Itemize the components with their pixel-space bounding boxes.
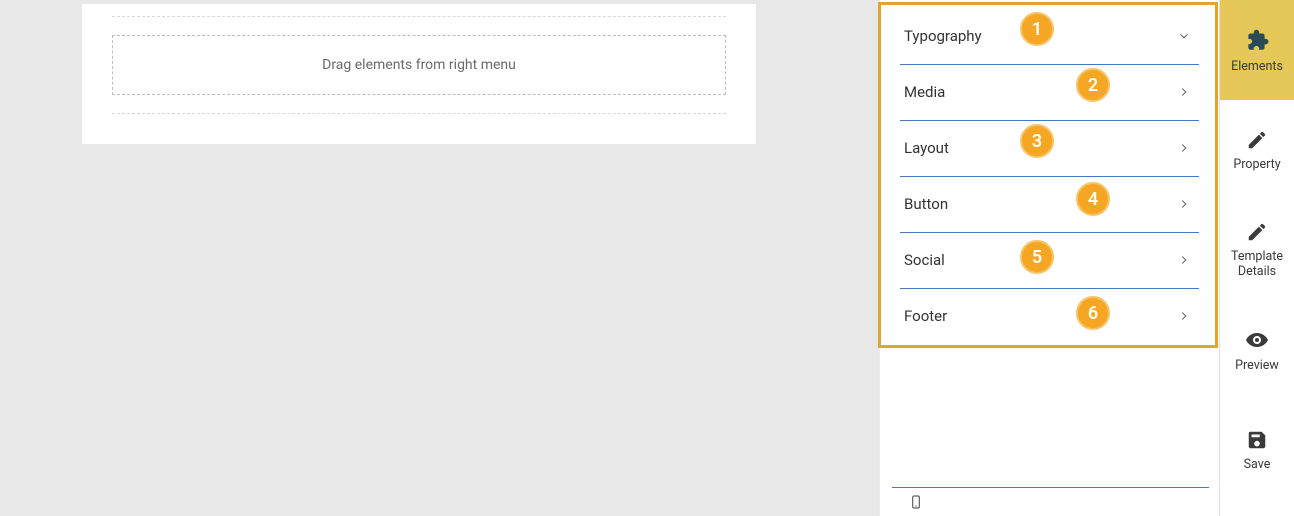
accordion-label: Typography — [904, 27, 982, 45]
toolbar-save[interactable]: Save — [1220, 400, 1294, 500]
toolbar-elements[interactable]: Elements — [1220, 0, 1294, 100]
chevron-right-icon — [1177, 309, 1191, 323]
accordion-label: Button — [904, 195, 948, 213]
elements-panel: Typography Media Layout — [879, 0, 1219, 516]
pencil-icon — [1246, 129, 1268, 151]
chevron-right-icon — [1177, 253, 1191, 267]
accordion-item-footer[interactable]: Footer — [880, 288, 1219, 344]
right-toolbar: Elements Property Template Details Previ… — [1219, 0, 1294, 516]
annotation-badge-2: 2 — [1076, 68, 1110, 102]
toolbar-property[interactable]: Property — [1220, 100, 1294, 200]
accordion-item-button[interactable]: Button — [880, 176, 1219, 232]
elements-accordion: Typography Media Layout — [880, 0, 1219, 344]
dropzone[interactable]: Drag elements from right menu — [112, 35, 726, 95]
puzzle-icon — [1244, 27, 1270, 53]
toolbar-preview[interactable]: Preview — [1220, 300, 1294, 400]
pencil-icon — [1246, 221, 1268, 243]
editor-canvas[interactable]: Drag elements from right menu — [82, 4, 756, 144]
toolbar-label: Save — [1242, 457, 1273, 472]
annotation-badge-6: 6 — [1076, 296, 1110, 330]
divider — [892, 487, 1209, 488]
annotation-badge-1: 1 — [1020, 12, 1054, 46]
chevron-right-icon — [1177, 85, 1191, 99]
divider-top — [112, 16, 726, 17]
accordion-label: Social — [904, 251, 945, 269]
annotation-badge-5: 5 — [1020, 240, 1054, 274]
toolbar-label: Property — [1231, 157, 1282, 172]
toolbar-label: Elements — [1229, 59, 1285, 74]
toolbar-template-details[interactable]: Template Details — [1220, 200, 1294, 300]
chevron-down-icon — [1177, 29, 1191, 43]
accordion-item-media[interactable]: Media — [880, 64, 1219, 120]
eye-icon — [1245, 328, 1269, 352]
chevron-right-icon — [1177, 197, 1191, 211]
accordion-label: Layout — [904, 139, 949, 157]
device-mobile-icon[interactable] — [908, 494, 924, 514]
toolbar-label: Template Details — [1229, 249, 1285, 279]
save-icon — [1246, 429, 1268, 451]
accordion-label: Media — [904, 83, 945, 101]
chevron-right-icon — [1177, 141, 1191, 155]
toolbar-label: Preview — [1233, 358, 1281, 373]
annotation-badge-4: 4 — [1076, 182, 1110, 216]
dropzone-text: Drag elements from right menu — [322, 57, 516, 73]
divider-bottom — [112, 113, 726, 114]
accordion-label: Footer — [904, 307, 947, 325]
annotation-badge-3: 3 — [1020, 124, 1054, 158]
